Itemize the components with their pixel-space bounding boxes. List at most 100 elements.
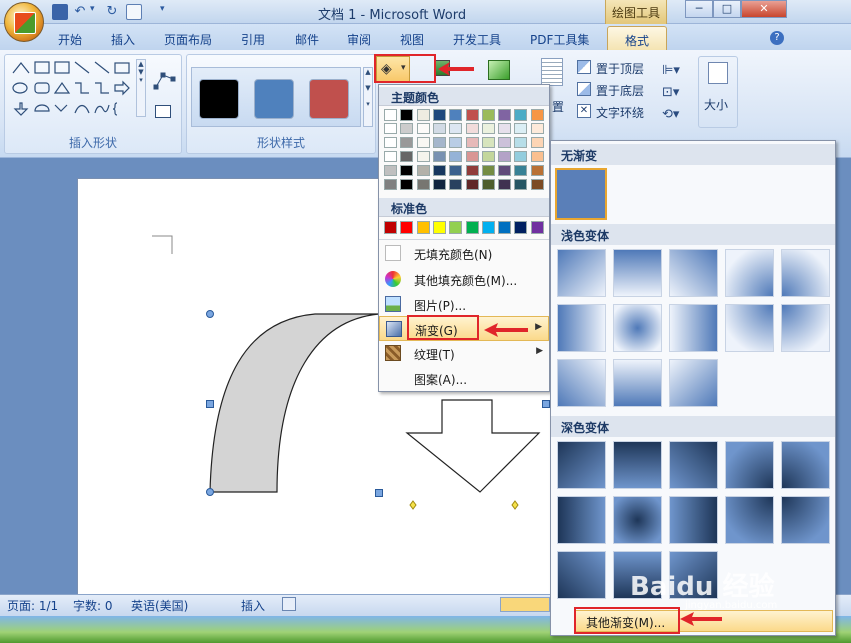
macro-record-icon[interactable] <box>282 597 296 611</box>
bring-front-button[interactable]: 置于顶层 <box>596 60 644 77</box>
minimize-button[interactable]: ─ <box>685 0 713 18</box>
menu-texture[interactable]: 纹理(T) ▶ <box>379 341 549 366</box>
size-icon[interactable] <box>708 62 728 84</box>
3d-effects-icon[interactable] <box>488 60 510 80</box>
light-gradient-tile[interactable] <box>781 304 830 352</box>
status-page[interactable]: 页面: 1/1 <box>7 597 58 614</box>
light-gradient-tile[interactable] <box>669 249 718 297</box>
dark-gradient-tile[interactable] <box>781 496 830 544</box>
menu-picture[interactable]: 图片(P)... <box>379 292 549 317</box>
light-gradient-tile[interactable] <box>669 304 718 352</box>
theme-color-cell[interactable] <box>400 179 414 190</box>
menu-no-fill[interactable]: 无填充颜色(N) <box>379 241 549 266</box>
theme-color-cell[interactable] <box>384 165 397 176</box>
standard-color-cell[interactable] <box>449 221 463 234</box>
theme-color-grid[interactable] <box>383 109 547 195</box>
down-arrow-shape[interactable] <box>405 399 541 493</box>
theme-color-cell[interactable] <box>481 151 495 162</box>
position-label[interactable]: 置 <box>552 98 564 115</box>
view-buttons[interactable] <box>500 597 550 612</box>
standard-color-cell[interactable] <box>384 221 397 234</box>
standard-color-cell[interactable] <box>400 221 414 234</box>
theme-color-cell[interactable] <box>465 179 479 190</box>
light-gradient-tile[interactable] <box>557 359 606 407</box>
dark-gradient-tile[interactable] <box>669 496 718 544</box>
style-swatch-black[interactable] <box>199 79 239 119</box>
save-icon[interactable] <box>52 4 68 20</box>
position-icon[interactable] <box>541 58 563 86</box>
theme-color-cell[interactable] <box>449 123 463 134</box>
styles-scroll[interactable]: ▲ ▼ ▾ <box>363 67 373 127</box>
text-box-icon[interactable] <box>155 105 171 118</box>
light-gradient-tile[interactable] <box>725 304 774 352</box>
undo-dropdown-icon[interactable]: ▾ <box>90 4 100 20</box>
no-gradient-tile[interactable] <box>555 168 607 220</box>
undo-icon[interactable]: ↶ <box>72 4 88 20</box>
office-button[interactable] <box>4 2 44 42</box>
shapes-gallery[interactable] <box>9 59 151 121</box>
tab-developer[interactable]: 开发工具 <box>453 31 501 48</box>
theme-color-cell[interactable] <box>416 151 430 162</box>
theme-color-cell[interactable] <box>530 137 544 148</box>
theme-color-cell[interactable] <box>514 165 528 176</box>
standard-color-cell[interactable] <box>514 221 528 234</box>
theme-color-cell[interactable] <box>400 165 414 176</box>
menu-pattern[interactable]: 图案(A)... <box>379 366 549 391</box>
style-swatch-blue[interactable] <box>254 79 294 119</box>
standard-color-cell[interactable] <box>416 221 430 234</box>
tab-references[interactable]: 引用 <box>241 31 265 48</box>
theme-color-cell[interactable] <box>498 179 512 190</box>
theme-color-cell[interactable] <box>498 151 512 162</box>
theme-color-cell[interactable] <box>530 123 544 134</box>
tab-mailings[interactable]: 邮件 <box>295 31 319 48</box>
light-gradient-tile[interactable] <box>557 304 606 352</box>
standard-color-cell[interactable] <box>530 221 544 234</box>
text-wrap-button[interactable]: 文字环绕 <box>596 104 644 121</box>
theme-color-cell[interactable] <box>384 137 397 148</box>
theme-color-cell[interactable] <box>384 151 397 162</box>
theme-color-cell[interactable] <box>514 137 528 148</box>
dark-gradient-tile[interactable] <box>557 496 606 544</box>
theme-color-cell[interactable] <box>384 123 397 134</box>
theme-color-cell[interactable] <box>416 137 430 148</box>
theme-color-cell[interactable] <box>465 151 479 162</box>
light-gradient-tile[interactable] <box>725 249 774 297</box>
tab-view[interactable]: 视图 <box>400 31 424 48</box>
handle-bottom-mid[interactable] <box>375 489 383 497</box>
dark-gradient-tile[interactable] <box>669 441 718 489</box>
theme-color-cell[interactable] <box>498 109 512 121</box>
theme-color-cell[interactable] <box>530 179 544 190</box>
standard-color-cell[interactable] <box>465 221 479 234</box>
handle-left-mid[interactable] <box>206 400 214 408</box>
theme-color-cell[interactable] <box>400 137 414 148</box>
theme-color-cell[interactable] <box>400 109 414 121</box>
light-gradient-tile[interactable] <box>557 249 606 297</box>
align-group-icons[interactable]: ⊫▾ ⊡▾ ⟲▾ <box>662 60 686 126</box>
theme-color-cell[interactable] <box>514 123 528 134</box>
adjust-handle-2[interactable] <box>511 500 519 510</box>
theme-color-cell[interactable] <box>449 179 463 190</box>
standard-color-row[interactable] <box>383 221 547 235</box>
style-swatch-red[interactable] <box>309 79 349 119</box>
dark-gradient-tile[interactable] <box>781 441 830 489</box>
light-gradient-tile[interactable] <box>613 249 662 297</box>
theme-color-cell[interactable] <box>449 137 463 148</box>
theme-color-cell[interactable] <box>416 179 430 190</box>
theme-color-cell[interactable] <box>416 165 430 176</box>
theme-color-cell[interactable] <box>465 123 479 134</box>
theme-color-cell[interactable] <box>432 179 446 190</box>
theme-color-cell[interactable] <box>481 123 495 134</box>
dark-gradient-tile[interactable] <box>725 496 774 544</box>
handle-top-left[interactable] <box>206 310 214 318</box>
close-button[interactable]: ✕ <box>741 0 787 18</box>
standard-color-cell[interactable] <box>498 221 512 234</box>
standard-color-cell[interactable] <box>432 221 446 234</box>
help-icon[interactable]: ? <box>770 31 784 45</box>
curved-arrow-shape[interactable] <box>209 313 380 493</box>
theme-color-cell[interactable] <box>498 123 512 134</box>
light-gradient-tile[interactable] <box>613 304 662 352</box>
theme-color-cell[interactable] <box>514 151 528 162</box>
theme-color-cell[interactable] <box>449 165 463 176</box>
theme-color-cell[interactable] <box>465 109 479 121</box>
theme-color-cell[interactable] <box>530 165 544 176</box>
